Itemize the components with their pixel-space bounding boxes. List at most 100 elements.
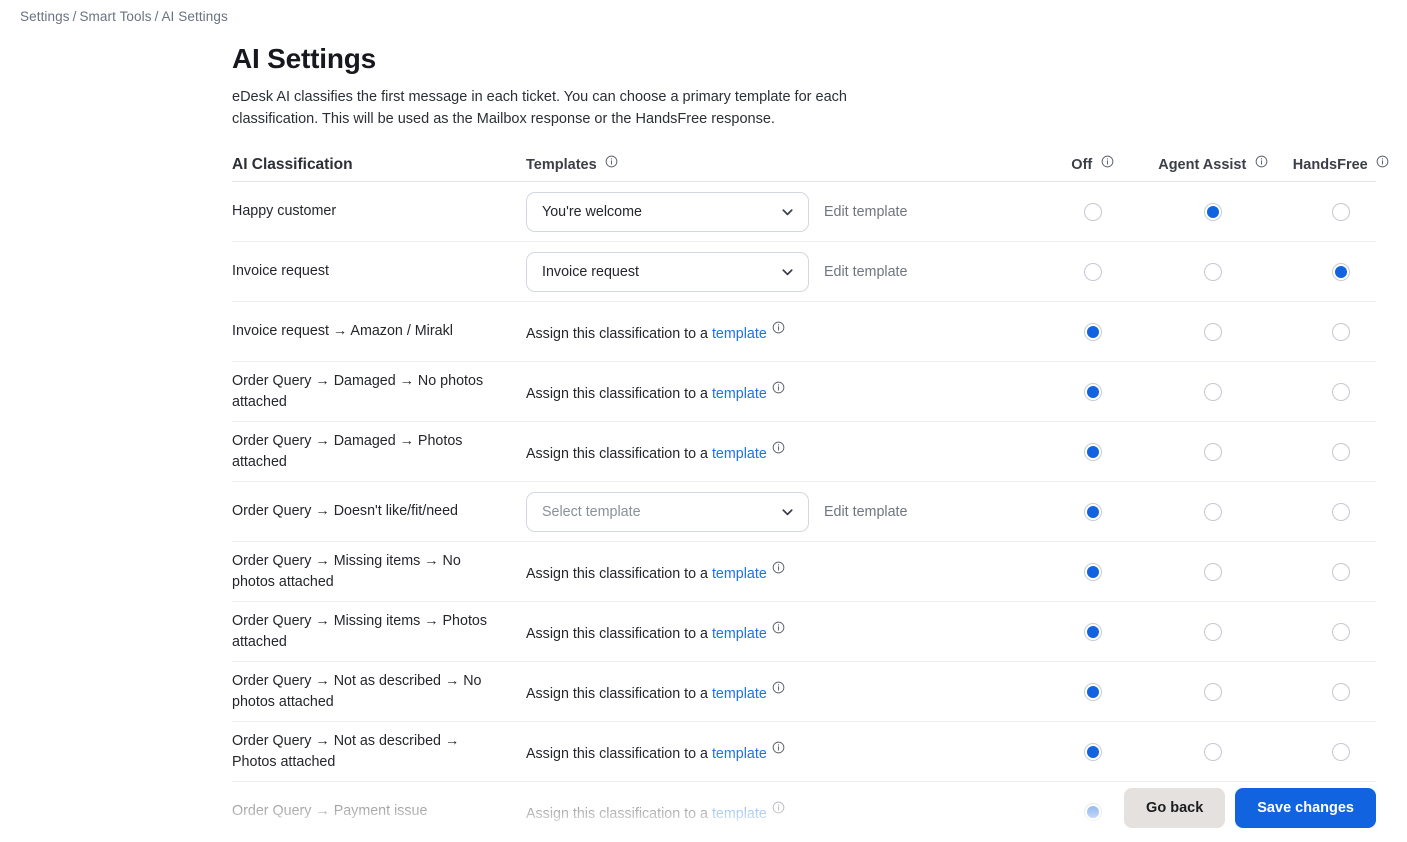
radio-handsfree[interactable] [1332,262,1350,281]
assign-template-text: Assign this classification to a template [526,561,785,582]
chevron-down-icon [780,264,795,279]
radio-off[interactable] [1083,622,1102,641]
classification-label: Order Query → Missing items → Photos att… [232,613,488,650]
classification-label: Order Query → Damaged → Photos attached [232,433,463,470]
column-header-off: Off [1071,157,1093,173]
breadcrumb-item-smart-tools[interactable]: Smart Tools [79,9,151,24]
assign-template-link[interactable]: template [712,326,767,342]
assign-template-link[interactable]: template [712,686,767,702]
radio-agent-assist[interactable] [1204,202,1222,221]
table-row: Order Query → Not as described → No phot… [232,662,1376,722]
template-select-value: You're welcome [542,203,642,220]
table-row: Happy customer You're welcome Edit templat… [232,182,1376,242]
info-icon[interactable] [772,561,785,574]
radio-agent-assist[interactable] [1204,502,1222,521]
radio-agent-assist[interactable] [1204,622,1222,641]
radio-cell-agent-assist [1149,682,1277,701]
radio-handsfree[interactable] [1332,562,1350,581]
breadcrumb: Settings / Smart Tools / AI Settings [20,9,228,24]
radio-agent-assist[interactable] [1204,562,1222,581]
classification-label: Order Query → Not as described → Photos … [232,733,460,770]
table-row: Order Query → Missing items → No photos … [232,542,1376,602]
radio-cell-agent-assist [1149,562,1277,581]
radio-handsfree[interactable] [1332,502,1350,521]
radio-off[interactable] [1083,502,1102,521]
classification-label: Order Query → Payment issue [232,803,428,820]
radio-cell-off [1036,202,1149,221]
assign-template-link[interactable]: template [712,746,767,762]
ai-settings-page: Settings / Smart Tools / AI Settings AI Sett… [0,0,1407,842]
assign-template-link[interactable]: template [712,626,767,642]
info-icon[interactable] [1376,155,1389,168]
radio-off[interactable] [1083,682,1102,701]
radio-cell-handsfree [1277,262,1405,281]
save-changes-button[interactable]: Save changes [1235,788,1376,828]
radio-off[interactable] [1083,202,1102,221]
classification-label: Order Query → Doesn't like/fit/need [232,503,459,520]
info-icon[interactable] [772,621,785,634]
edit-template-link[interactable]: Edit template [824,204,907,220]
classification-label: Order Query → Damaged → No photos attach… [232,373,484,410]
radio-cell-handsfree [1277,322,1405,341]
radio-cell-off [1036,442,1149,461]
radio-agent-assist[interactable] [1204,382,1222,401]
radio-handsfree[interactable] [1332,202,1350,221]
edit-template-link[interactable]: Edit template [824,504,907,520]
radio-handsfree[interactable] [1332,382,1350,401]
info-icon[interactable] [772,321,785,334]
assign-template-text: Assign this classification to a template [526,621,785,642]
breadcrumb-item-ai-settings[interactable]: AI Settings [161,9,227,24]
radio-off[interactable] [1083,322,1102,341]
assign-template-link[interactable]: template [712,566,767,582]
info-icon[interactable] [1101,155,1114,168]
info-icon[interactable] [605,155,618,168]
radio-agent-assist[interactable] [1204,262,1222,281]
radio-off[interactable] [1083,802,1102,821]
classification-label: Invoice request [232,263,329,280]
radio-agent-assist[interactable] [1204,322,1222,341]
info-icon[interactable] [772,801,785,814]
assign-template-text: Assign this classification to a template [526,681,785,702]
radio-off[interactable] [1083,742,1102,761]
radio-off[interactable] [1083,382,1102,401]
radio-agent-assist[interactable] [1204,442,1222,461]
radio-off[interactable] [1083,442,1102,461]
template-cell: Assign this classification to a template [526,741,1036,762]
radio-cell-off [1036,682,1149,701]
template-select-value: Select template [542,503,641,520]
info-icon[interactable] [772,381,785,394]
template-cell: Assign this classification to a template [526,321,1036,342]
radio-off[interactable] [1083,562,1102,581]
radio-handsfree[interactable] [1332,322,1350,341]
table-row: Order Query → Damaged → No photos attach… [232,362,1376,422]
radio-handsfree[interactable] [1332,682,1350,701]
radio-cell-handsfree [1277,202,1405,221]
radio-handsfree[interactable] [1332,742,1350,761]
info-icon[interactable] [772,681,785,694]
radio-handsfree[interactable] [1332,622,1350,641]
template-select[interactable]: You're welcome [526,191,809,232]
assign-template-link[interactable]: template [712,806,767,822]
edit-template-link[interactable]: Edit template [824,264,907,280]
radio-cell-off [1036,322,1149,341]
assign-template-link[interactable]: template [712,446,767,462]
info-icon[interactable] [772,741,785,754]
info-icon[interactable] [1255,155,1268,168]
radio-cell-handsfree [1277,622,1405,641]
assign-template-text: Assign this classification to a template [526,381,785,402]
classification-label: Order Query → Missing items → No photos … [232,553,461,590]
assign-template-link[interactable]: template [712,386,767,402]
radio-agent-assist[interactable] [1204,682,1222,701]
radio-off[interactable] [1083,262,1102,281]
breadcrumb-item-settings[interactable]: Settings [20,9,70,24]
radio-handsfree[interactable] [1332,442,1350,461]
info-icon[interactable] [772,441,785,454]
go-back-button[interactable]: Go back [1124,788,1226,828]
radio-cell-agent-assist [1149,382,1277,401]
template-select[interactable]: Select template [526,491,809,532]
template-select[interactable]: Invoice request [526,251,809,292]
radio-agent-assist[interactable] [1204,742,1222,761]
table-body: Happy customer You're welcome Edit templat… [232,182,1376,842]
radio-cell-off [1036,742,1149,761]
radio-cell-agent-assist [1149,502,1277,521]
